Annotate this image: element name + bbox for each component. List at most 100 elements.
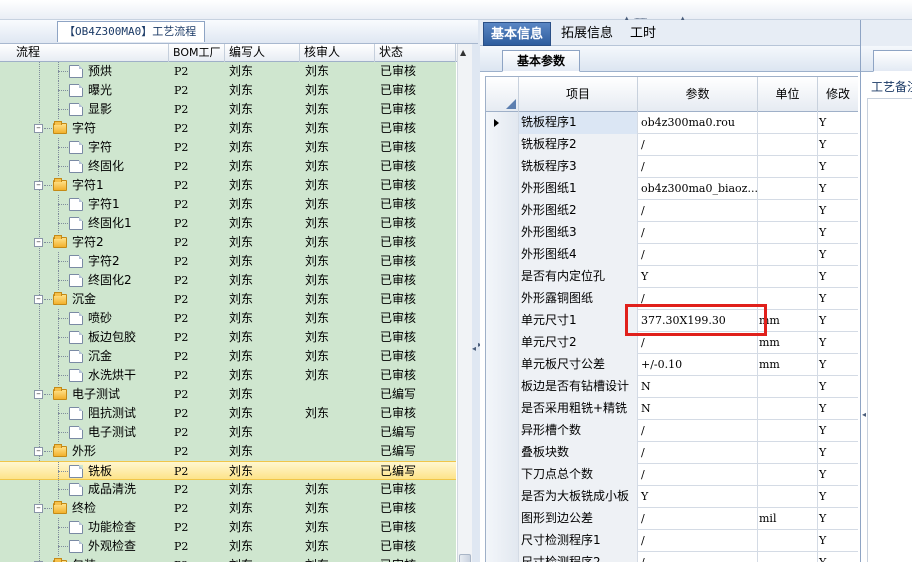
param-unit[interactable]: [758, 200, 818, 222]
row-header[interactable]: [486, 266, 519, 288]
param-modifiable[interactable]: Y: [818, 244, 858, 266]
tree-step-row[interactable]: 字符2 P2 刘东 刘东 已审核: [0, 252, 456, 271]
process-grid-scrollbar[interactable]: ▲: [457, 44, 472, 562]
param-value[interactable]: N: [638, 376, 758, 398]
param-modifiable[interactable]: Y: [818, 376, 858, 398]
row-header[interactable]: [486, 464, 519, 486]
row-header[interactable]: [486, 222, 519, 244]
col-header-unit[interactable]: 单位: [758, 77, 818, 112]
param-modifiable[interactable]: Y: [818, 420, 858, 442]
param-value[interactable]: /: [638, 420, 758, 442]
param-modifiable[interactable]: Y: [818, 134, 858, 156]
param-row[interactable]: 尺寸检测程序2/ Y: [486, 552, 858, 562]
param-value[interactable]: /: [638, 508, 758, 530]
param-row[interactable]: 铣板程序3/ Y: [486, 156, 858, 178]
param-unit[interactable]: [758, 134, 818, 156]
param-value[interactable]: +/-0.10: [638, 354, 758, 376]
row-header[interactable]: [486, 134, 519, 156]
param-unit[interactable]: mil: [758, 508, 818, 530]
row-header[interactable]: [486, 508, 519, 530]
row-header[interactable]: [486, 398, 519, 420]
param-row[interactable]: 铣板程序2/ Y: [486, 134, 858, 156]
param-value[interactable]: Y: [638, 486, 758, 508]
tree-step-row[interactable]: 沉金 P2 刘东 刘东 已审核: [0, 347, 456, 366]
tab-extended-info[interactable]: 拓展信息: [554, 22, 620, 46]
param-modifiable[interactable]: Y: [818, 266, 858, 288]
process-notes-area[interactable]: [867, 98, 912, 562]
param-unit[interactable]: [758, 288, 818, 310]
row-header[interactable]: [486, 200, 519, 222]
tree-step-row[interactable]: 终固化2 P2 刘东 刘东 已审核: [0, 271, 456, 290]
param-value[interactable]: /: [638, 244, 758, 266]
tree-step-row[interactable]: 终固化 P2 刘东 刘东 已审核: [0, 157, 456, 176]
param-row[interactable]: 外形图纸3/ Y: [486, 222, 858, 244]
collapse-minus-icon[interactable]: –: [34, 181, 43, 190]
tree-step-row[interactable]: 喷砂 P2 刘东 刘东 已审核: [0, 309, 456, 328]
col-header-status[interactable]: 状态: [375, 44, 456, 62]
param-row[interactable]: 外形图纸4/ Y: [486, 244, 858, 266]
tree-folder-row[interactable]: –包装P2刘东刘东已审核: [0, 556, 456, 562]
col-header-reviewer[interactable]: 核审人: [300, 44, 375, 62]
param-modifiable[interactable]: Y: [818, 552, 858, 562]
tree-step-row[interactable]: 铣板 P2 刘东 已编写: [0, 461, 456, 481]
param-modifiable[interactable]: Y: [818, 530, 858, 552]
param-row[interactable]: 外形图纸2/ Y: [486, 200, 858, 222]
collapse-minus-icon[interactable]: –: [34, 295, 43, 304]
param-unit[interactable]: [758, 530, 818, 552]
param-value[interactable]: /: [638, 134, 758, 156]
row-header[interactable]: [486, 442, 519, 464]
row-header[interactable]: [486, 310, 519, 332]
param-unit[interactable]: [758, 376, 818, 398]
param-modifiable[interactable]: Y: [818, 200, 858, 222]
param-modifiable[interactable]: Y: [818, 222, 858, 244]
tree-step-row[interactable]: 预烘 P2 刘东 刘东 已审核: [0, 62, 456, 81]
param-unit[interactable]: mm: [758, 354, 818, 376]
col-header-flow[interactable]: 流程: [12, 44, 169, 62]
collapse-minus-icon[interactable]: –: [34, 124, 43, 133]
scroll-up-icon[interactable]: ▲: [460, 48, 466, 57]
param-unit[interactable]: [758, 266, 818, 288]
row-header[interactable]: [486, 332, 519, 354]
param-row[interactable]: 是否采用粗铣+精铣 N Y: [486, 398, 858, 420]
param-row[interactable]: 是否为大板铣成小板 Y Y: [486, 486, 858, 508]
tree-step-row[interactable]: 曝光 P2 刘东 刘东 已审核: [0, 81, 456, 100]
tree-folder-row[interactable]: – 外形 P2 刘东 已编写: [0, 442, 456, 461]
param-row[interactable]: 异形槽个数 / Y: [486, 420, 858, 442]
param-unit[interactable]: [758, 178, 818, 200]
tree-folder-row[interactable]: – 字符1 P2 刘东 刘东 已审核: [0, 176, 456, 195]
col-header-item[interactable]: 项目: [519, 77, 638, 112]
row-header[interactable]: [486, 376, 519, 398]
param-value[interactable]: /: [638, 200, 758, 222]
collapse-minus-icon[interactable]: –: [34, 447, 43, 456]
param-row[interactable]: 单元板尺寸公差 +/-0.10 mm Y: [486, 354, 858, 376]
collapse-minus-icon[interactable]: –: [34, 504, 43, 513]
tab-basic-params[interactable]: 基本参数: [502, 50, 581, 72]
tab-notes[interactable]: [873, 50, 912, 72]
param-modifiable[interactable]: Y: [818, 398, 858, 420]
param-value[interactable]: ob4z300ma0_biaoz...: [638, 178, 758, 200]
tree-folder-row[interactable]: – 沉金 P2 刘东 刘东 已审核: [0, 290, 456, 309]
param-row[interactable]: 是否有内定位孔 Y Y: [486, 266, 858, 288]
param-value[interactable]: /: [638, 530, 758, 552]
param-value[interactable]: /: [638, 222, 758, 244]
tree-step-row[interactable]: 电子测试 P2 刘东 已编写: [0, 423, 456, 442]
tree-folder-row[interactable]: – 字符2 P2 刘东 刘东 已审核: [0, 233, 456, 252]
row-header[interactable]: [486, 288, 519, 310]
row-header[interactable]: [486, 244, 519, 266]
col-header-param[interactable]: 参数: [638, 77, 758, 112]
param-row[interactable]: 叠板块数 / Y: [486, 442, 858, 464]
collapse-minus-icon[interactable]: –: [34, 238, 43, 247]
param-unit[interactable]: [758, 420, 818, 442]
param-row[interactable]: 图形到边公差 / mil Y: [486, 508, 858, 530]
param-value[interactable]: /: [638, 442, 758, 464]
tab-basic-info[interactable]: 基本信息: [483, 22, 552, 46]
col-header-modify[interactable]: 修改: [818, 77, 858, 112]
tree-step-row[interactable]: 终固化1 P2 刘东 刘东 已审核: [0, 214, 456, 233]
param-value[interactable]: ob4z300ma0.rou: [638, 112, 758, 134]
tree-folder-row[interactable]: – 电子测试 P2 刘东 已编写: [0, 385, 456, 404]
col-header-author[interactable]: 编写人: [225, 44, 300, 62]
param-row[interactable]: 铣板程序1 ob4z300ma0.rou Y: [486, 112, 858, 134]
param-unit[interactable]: [758, 222, 818, 244]
param-row[interactable]: 板边是否有钻槽设计 N Y: [486, 376, 858, 398]
param-value[interactable]: /: [638, 552, 758, 562]
